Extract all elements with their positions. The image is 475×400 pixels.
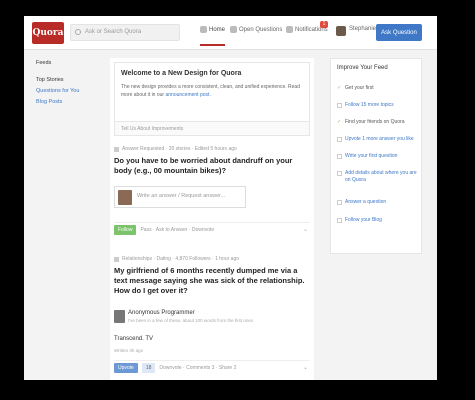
main-feed: Welcome to a New Design for Quora The ne… [110,58,314,380]
leftnav-item-top-stories[interactable]: Top Stories [36,75,106,86]
question-title[interactable]: Do you have to be worried about dandruff… [114,156,310,176]
leftnav-item-questions-for-you[interactable]: Questions for You [36,86,106,97]
topic-icon [114,146,119,152]
checklist-item[interactable]: ✓ Get your first [337,85,421,92]
answer-text: Transcend. TV [114,336,154,342]
checklist-item[interactable]: Write your first question [337,153,421,160]
story-actions: Upvote 18 Downvote · Comments 3 · Share … [114,360,310,374]
upvote-button[interactable]: Upvote [114,362,138,373]
quora-logo[interactable]: Quora [32,22,64,44]
answer-input[interactable]: Write an answer / Request answer... [114,186,246,208]
checkbox-icon [337,171,342,176]
checklist-item[interactable]: Upvote 1 more answer you like [337,136,421,143]
checklist-item-label: Get your first [345,85,374,91]
checkbox-icon [337,137,342,142]
search-placeholder: Ask or Search Quora [85,29,142,35]
answer-author: Anonymous Programmer I've been in a few … [114,310,310,330]
story-action-links[interactable]: Pass · Ask to Answer · Downvote [140,227,214,233]
announcement-link[interactable]: announcement post. [165,92,210,98]
checklist-item-label: Write your first question [345,153,398,159]
top-bar: Quora Ask or Search Quora Home Open Ques… [24,16,437,50]
pencil-icon [230,26,237,33]
answer-timestamp: Written 4h ago [114,348,144,353]
topic-icon [114,256,119,262]
welcome-body: The new design provides a more consisten… [121,83,301,99]
home-icon [200,26,207,33]
feeds-heading: Feeds [36,60,52,66]
ask-question-button[interactable]: Ask Question [376,24,422,41]
active-tab-indicator [200,44,226,46]
leftnav-item-blog-posts[interactable]: Blog Posts [36,97,106,108]
story-actions: Follow Pass · Ask to Answer · Downvote ⌄ [114,222,310,236]
nav-open-questions-label: Open Questions [239,26,283,33]
chevron-down-icon[interactable]: ⌄ [303,364,308,371]
checklist-item[interactable]: Follow 15 more topics [337,102,421,109]
checklist-item-label: Answer a question [345,199,387,205]
bell-icon [286,26,293,33]
checkbox-icon [337,218,342,223]
follow-button[interactable]: Follow [114,224,137,235]
checklist-item[interactable]: Add details about where you are on Quora [337,170,421,184]
left-nav: Feeds Top Stories Questions for You Blog… [36,58,106,108]
chevron-down-icon[interactable]: ⌄ [303,226,308,233]
search-icon [75,29,81,35]
answer-placeholder: Write an answer / Request answer... [137,193,226,199]
question-title[interactable]: My girlfriend of 6 months recently dumpe… [114,266,310,296]
checkbox-icon [337,200,342,205]
checklist-item-label: Add details about where you are on Quora [345,170,417,183]
story-meta-text: Answer Requested · 20 stories · Edited 5… [122,146,237,152]
nav-open-questions[interactable]: Open Questions [230,26,282,33]
improve-feed-panel: Improve Your Feed ✓ Get your first Follow… [330,58,422,254]
nav-home-label: Home [209,26,226,33]
story-meta: Answer Requested · 20 stories · Edited 5… [114,146,310,152]
user-avatar[interactable] [336,26,346,36]
checklist-item-label: Follow 15 more topics [345,102,394,108]
browser-viewport: Quora Ask or Search Quora Home Open Ques… [24,16,437,380]
user-menu[interactable]: Stephanie [349,26,376,32]
avatar [118,190,132,205]
user-name: Stephanie [349,26,377,32]
feed-story: Relationships · Dating · 4,870 Followers… [114,256,310,376]
story-action-links[interactable]: Downvote · Comments 3 · Share 2 [159,365,236,371]
checkbox-icon [337,154,342,159]
panel-title: Improve Your Feed [337,65,388,71]
welcome-footer[interactable]: Tell Us About Improvements [115,121,309,135]
story-meta: Relationships · Dating · 4,870 Followers… [114,256,310,262]
welcome-card: Welcome to a New Design for Quora The ne… [114,62,310,136]
checklist-item-label: Find your friends on Quora [345,119,405,125]
nav-home[interactable]: Home [200,26,226,46]
notification-badge: 1 [320,21,328,28]
story-meta-text: Relationships · Dating · 4,870 Followers… [122,256,240,262]
check-icon: ✓ [337,119,342,125]
search-input[interactable]: Ask or Search Quora [70,24,180,41]
welcome-title: Welcome to a New Design for Quora [121,70,242,77]
checklist-item-label: Follow your Blog [345,217,382,223]
checklist-item[interactable]: ✓ Find your friends on Quora [337,119,421,126]
checklist-item[interactable]: Follow your Blog [337,217,421,224]
author-credential: I've been in a few of these, about 100 w… [128,318,254,323]
checklist-item-label: Upvote 1 more answer you like [345,136,414,142]
feed-story: Answer Requested · 20 stories · Edited 5… [114,146,310,246]
checklist-item[interactable]: Answer a question [337,199,421,206]
check-icon: ✓ [337,85,342,91]
avatar[interactable] [114,310,125,323]
author-name[interactable]: Anonymous Programmer [128,310,195,316]
upvote-count: 18 [141,362,156,373]
checkbox-icon [337,103,342,108]
upvote-label: Upvote [118,364,134,371]
